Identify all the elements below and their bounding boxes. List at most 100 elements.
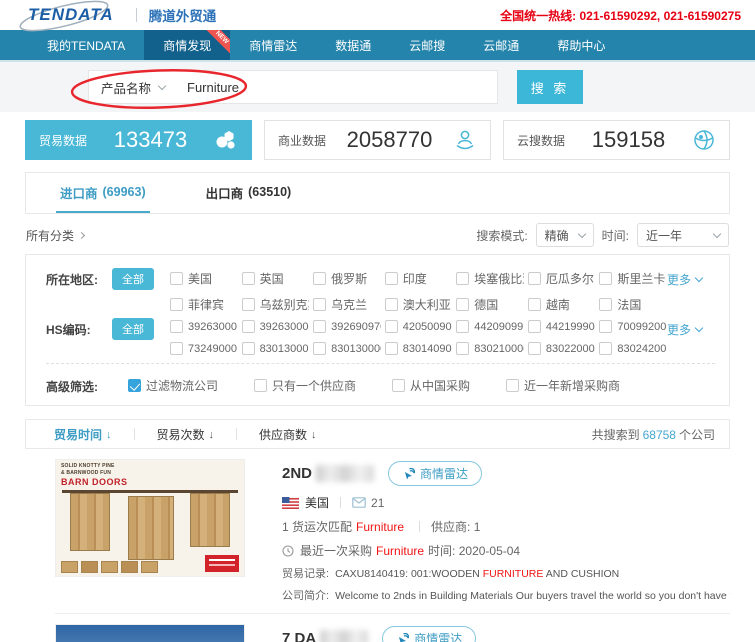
hs-checkbox[interactable]: 8302100000 — [456, 342, 524, 355]
checkbox[interactable] — [528, 298, 541, 311]
search-field-select[interactable]: 产品名称 — [101, 78, 165, 97]
checkbox[interactable] — [528, 272, 541, 285]
region-all-button[interactable]: 全部 — [112, 268, 154, 290]
tab-importers[interactable]: 进口商 (69963) — [56, 173, 150, 213]
region-checkbox[interactable]: 越南 — [528, 296, 596, 313]
checkbox[interactable] — [385, 342, 398, 355]
region-checkbox[interactable]: 法国 — [599, 296, 667, 313]
checkbox[interactable] — [385, 298, 398, 311]
checkbox[interactable] — [254, 379, 267, 392]
search-button[interactable]: 搜 索 — [517, 70, 583, 104]
nav-cloud-mail-search[interactable]: 云邮搜 — [390, 30, 464, 60]
tendata-logo[interactable]: TENDATA — [22, 5, 120, 25]
advanced-options: 过滤物流公司 只有一个供应商 从中国采购 近一年新增采购商 — [128, 374, 620, 394]
hs-checkbox[interactable]: 39263000 — [170, 320, 238, 333]
checkbox[interactable] — [313, 298, 326, 311]
region-checkbox[interactable]: 埃塞俄比亚 — [456, 270, 524, 287]
checkbox[interactable] — [313, 320, 326, 333]
business-radar-button[interactable]: 商情雷达 — [382, 626, 476, 642]
region-checkbox[interactable]: 英国 — [242, 270, 310, 287]
region-checkbox[interactable]: 厄瓜多尔 — [528, 270, 596, 287]
checkbox[interactable] — [170, 320, 183, 333]
checkbox[interactable] — [456, 298, 469, 311]
checkbox[interactable] — [599, 342, 612, 355]
region-checkbox[interactable]: 德国 — [456, 296, 524, 313]
checkbox[interactable] — [456, 342, 469, 355]
checkbox[interactable] — [170, 342, 183, 355]
hs-checkbox[interactable]: 44219990 — [528, 320, 596, 333]
hs-checkbox[interactable]: 42050090 — [385, 320, 453, 333]
result-divider — [55, 613, 730, 614]
region-more-link[interactable]: 更多 — [667, 267, 715, 288]
checkbox[interactable] — [170, 272, 183, 285]
checkbox-checked[interactable] — [128, 379, 141, 392]
nav-help-center[interactable]: 帮助中心 — [538, 30, 624, 60]
all-categories-link[interactable]: 所有分类 — [26, 227, 84, 244]
envelope-icon[interactable] — [352, 497, 366, 508]
checkbox[interactable] — [313, 342, 326, 355]
trade-record-line: 贸易记录:CAXU8140419: 001:WOODEN FURNITURE A… — [282, 565, 730, 581]
advanced-checkbox-single-supplier[interactable]: 只有一个供应商 — [254, 377, 356, 394]
advanced-checkbox-filter-logistics[interactable]: 过滤物流公司 — [128, 377, 218, 394]
logo-divider — [136, 8, 137, 22]
hs-checkbox[interactable]: 83024200 — [599, 342, 667, 355]
tab-exporters[interactable]: 出口商 (63510) — [202, 173, 296, 213]
stat-business-data[interactable]: 商业数据 2058770 — [264, 120, 491, 160]
checkbox[interactable] — [599, 272, 612, 285]
region-checkbox[interactable]: 俄罗斯 — [313, 270, 381, 287]
checkbox[interactable] — [528, 320, 541, 333]
hs-checkbox[interactable]: 44209099 — [456, 320, 524, 333]
business-radar-button[interactable]: 商情雷达 — [388, 461, 482, 486]
checkbox[interactable] — [313, 272, 326, 285]
checkbox[interactable] — [528, 342, 541, 355]
hs-checkbox[interactable]: 8302200000 — [528, 342, 596, 355]
nav-data-tong[interactable]: 数据通 — [316, 30, 390, 60]
region-checkbox[interactable]: 菲律宾 — [170, 296, 238, 313]
region-checkbox[interactable]: 乌兹别克斯... — [242, 296, 310, 313]
hs-checkbox[interactable]: 3926300000 — [242, 320, 310, 333]
search-mode-select[interactable]: 精确 — [536, 223, 594, 247]
hs-more-link[interactable]: 更多 — [667, 317, 715, 338]
hs-checkbox[interactable]: 73249000 — [170, 342, 238, 355]
nav-business-discovery[interactable]: 商情发现 NEW — [144, 30, 230, 60]
stat-trade-data[interactable]: 贸易数据 133473 — [25, 120, 252, 160]
time-range-select[interactable]: 近一年 — [637, 223, 729, 247]
checkbox[interactable] — [242, 272, 255, 285]
sort-trade-time[interactable]: 贸易时间 — [54, 426, 112, 443]
stat-cloud-search-data[interactable]: 云搜数据 159158 — [503, 120, 730, 160]
checkbox[interactable] — [599, 320, 612, 333]
sort-trade-count[interactable]: 贸易次数 — [157, 426, 215, 443]
hs-checkbox[interactable]: 70099200 — [599, 320, 667, 333]
nav-cloud-mail-tong[interactable]: 云邮通 — [464, 30, 538, 60]
region-checkbox[interactable]: 美国 — [170, 270, 238, 287]
checkbox[interactable] — [385, 272, 398, 285]
checkbox[interactable] — [242, 320, 255, 333]
checkbox[interactable] — [599, 298, 612, 311]
checkbox[interactable] — [506, 379, 519, 392]
region-checkbox[interactable]: 澳大利亚 — [385, 296, 453, 313]
checkbox[interactable] — [170, 298, 183, 311]
advanced-checkbox-buy-from-china[interactable]: 从中国采购 — [392, 377, 470, 394]
company-name[interactable]: 7 DA — [282, 630, 316, 642]
hs-checkbox[interactable]: 83014090 — [385, 342, 453, 355]
nav-my-tendata[interactable]: 我的TENDATA — [28, 30, 144, 60]
checkbox[interactable] — [385, 320, 398, 333]
hs-checkbox[interactable]: 83013000 — [242, 342, 310, 355]
checkbox[interactable] — [456, 320, 469, 333]
hs-checkbox[interactable]: 3926909709 — [313, 320, 381, 333]
nav-business-radar[interactable]: 商情雷达 — [230, 30, 316, 60]
company-name[interactable]: 2ND — [282, 465, 312, 482]
checkbox[interactable] — [456, 272, 469, 285]
checkbox[interactable] — [242, 298, 255, 311]
checkbox[interactable] — [242, 342, 255, 355]
region-checkbox[interactable]: 斯里兰卡 — [599, 270, 667, 287]
checkbox[interactable] — [392, 379, 405, 392]
region-checkbox[interactable]: 印度 — [385, 270, 453, 287]
region-checkbox[interactable]: 乌克兰 — [313, 296, 381, 313]
hs-all-button[interactable]: 全部 — [112, 318, 154, 340]
hs-checkbox[interactable]: 8301300000 — [313, 342, 381, 355]
advanced-checkbox-new-buyers[interactable]: 近一年新增采购商 — [506, 377, 620, 394]
search-input[interactable]: Furniture — [187, 80, 485, 95]
divider — [134, 428, 135, 440]
sort-supplier-count[interactable]: 供应商数 — [259, 426, 317, 443]
